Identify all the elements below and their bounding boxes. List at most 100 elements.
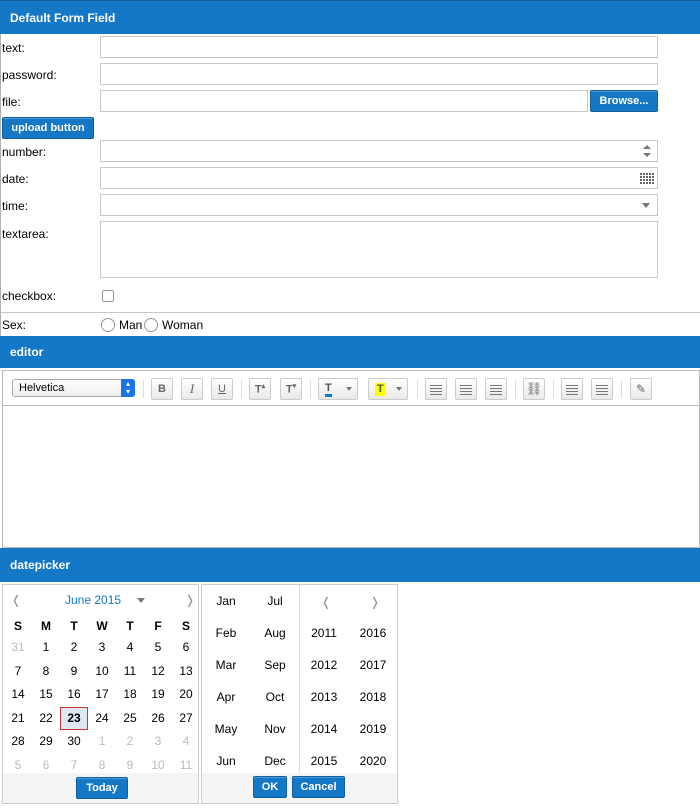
- year-option[interactable]: 2013: [300, 690, 348, 704]
- highlight-color-button[interactable]: T: [368, 378, 408, 400]
- calendar-day[interactable]: 8: [32, 660, 60, 683]
- number-spinner-icon[interactable]: [643, 144, 651, 158]
- radio-woman[interactable]: [144, 318, 158, 332]
- month-option[interactable]: Jan: [202, 594, 250, 608]
- align-center-button[interactable]: [455, 378, 477, 400]
- bold-button[interactable]: B: [151, 378, 173, 400]
- text-color-button[interactable]: T: [318, 378, 358, 400]
- month-option[interactable]: Aug: [251, 626, 299, 640]
- calendar-day[interactable]: 20: [172, 683, 200, 706]
- year-option[interactable]: 2016: [349, 626, 397, 640]
- clear-format-button[interactable]: ✎: [630, 378, 652, 400]
- month-option[interactable]: Mar: [202, 658, 250, 672]
- text-input[interactable]: [100, 36, 658, 58]
- month-option[interactable]: Nov: [251, 722, 299, 736]
- calendar-day[interactable]: 6: [172, 636, 200, 659]
- chevron-down-icon[interactable]: [137, 598, 145, 603]
- cancel-button[interactable]: Cancel: [292, 776, 345, 798]
- superscript-button[interactable]: T▴: [249, 378, 271, 400]
- month-option[interactable]: Jun: [202, 754, 250, 768]
- calendar-day[interactable]: 4: [172, 730, 200, 753]
- month-option[interactable]: Feb: [202, 626, 250, 640]
- checkbox-input[interactable]: [102, 290, 114, 302]
- calendar-day[interactable]: 24: [88, 707, 116, 730]
- time-select[interactable]: [100, 194, 658, 216]
- today-button[interactable]: Today: [76, 777, 128, 799]
- calendar-day[interactable]: 1: [88, 730, 116, 753]
- month-option[interactable]: Jul: [251, 594, 299, 608]
- year-option[interactable]: 2011: [300, 626, 348, 640]
- year-option[interactable]: 2018: [349, 690, 397, 704]
- calendar-day[interactable]: 3: [144, 730, 172, 753]
- underline-button[interactable]: U: [211, 378, 233, 400]
- weekday-label: S: [13, 619, 22, 633]
- calendar-day[interactable]: 2: [116, 730, 144, 753]
- year-option[interactable]: 2015: [300, 754, 348, 768]
- prev-years-icon[interactable]: ❬: [321, 595, 331, 609]
- align-left-button[interactable]: [425, 378, 447, 400]
- calendar-day[interactable]: 3: [88, 636, 116, 659]
- calendar-day[interactable]: 29: [32, 730, 60, 753]
- month-option[interactable]: Apr: [202, 690, 250, 704]
- next-years-icon[interactable]: ❭: [370, 595, 380, 609]
- browse-button[interactable]: Browse...: [590, 90, 658, 112]
- textarea-input[interactable]: [100, 221, 658, 278]
- year-option[interactable]: 2014: [300, 722, 348, 736]
- prev-month-icon[interactable]: ❬: [11, 593, 21, 607]
- file-input[interactable]: [100, 90, 588, 112]
- password-input[interactable]: [100, 63, 658, 85]
- calendar-day[interactable]: 16: [60, 683, 88, 706]
- subscript-button[interactable]: T▾: [280, 378, 302, 400]
- year-option[interactable]: 2017: [349, 658, 397, 672]
- italic-button[interactable]: I: [181, 378, 203, 400]
- calendar-day[interactable]: 15: [32, 683, 60, 706]
- year-option[interactable]: 2012: [300, 658, 348, 672]
- month-option[interactable]: Dec: [251, 754, 299, 768]
- month-option[interactable]: Oct: [251, 690, 299, 704]
- calendar-day[interactable]: 27: [172, 707, 200, 730]
- calendar-day[interactable]: 11: [116, 660, 144, 683]
- calendar-day[interactable]: 18: [116, 683, 144, 706]
- align-right-button[interactable]: [485, 378, 507, 400]
- calendar-day[interactable]: 12: [144, 660, 172, 683]
- year-option[interactable]: 2020: [349, 754, 397, 768]
- calendar-day[interactable]: 2: [60, 636, 88, 659]
- font-family-select[interactable]: Helvetica ▴ ▾: [12, 379, 135, 397]
- calendar-day[interactable]: 22: [32, 707, 60, 730]
- month-option[interactable]: Sep: [251, 658, 299, 672]
- calendar-day[interactable]: 4: [116, 636, 144, 659]
- year-option[interactable]: 2019: [349, 722, 397, 736]
- calendar-day[interactable]: 30: [60, 730, 88, 753]
- chevron-updown-icon[interactable]: ▴ ▾: [121, 379, 135, 397]
- upload-button[interactable]: upload button: [2, 117, 94, 139]
- number-input[interactable]: [100, 140, 658, 162]
- next-month-icon[interactable]: ❭: [185, 593, 195, 607]
- month-option[interactable]: May: [202, 722, 250, 736]
- editor-content[interactable]: [2, 406, 700, 548]
- calendar-day[interactable]: 9: [60, 660, 88, 683]
- calendar-day[interactable]: 5: [144, 636, 172, 659]
- chevron-down-icon[interactable]: [642, 203, 650, 208]
- calendar-day[interactable]: 26: [144, 707, 172, 730]
- radio-man[interactable]: [101, 318, 115, 332]
- calendar-day[interactable]: 13: [172, 660, 200, 683]
- ordered-list-button[interactable]: [561, 378, 583, 400]
- align-right-icon: [490, 383, 502, 395]
- ok-button[interactable]: OK: [253, 776, 287, 798]
- calendar-day[interactable]: 23: [60, 706, 88, 730]
- calendar-day[interactable]: 19: [144, 683, 172, 706]
- calendar-day[interactable]: 17: [88, 683, 116, 706]
- calendar-day[interactable]: 31: [4, 636, 32, 659]
- unordered-list-button[interactable]: [591, 378, 613, 400]
- calendar-day[interactable]: 25: [116, 707, 144, 730]
- calendar-day[interactable]: 14: [4, 683, 32, 706]
- calendar-day[interactable]: 7: [4, 660, 32, 683]
- calendar-day[interactable]: 21: [4, 707, 32, 730]
- link-button[interactable]: ⛓: [523, 378, 545, 400]
- calendar-day[interactable]: 10: [88, 660, 116, 683]
- calendar-icon[interactable]: [640, 172, 654, 184]
- calendar-day[interactable]: 28: [4, 730, 32, 753]
- calendar-day[interactable]: 1: [32, 636, 60, 659]
- date-input[interactable]: [100, 167, 658, 189]
- month-title[interactable]: June 2015: [65, 593, 121, 607]
